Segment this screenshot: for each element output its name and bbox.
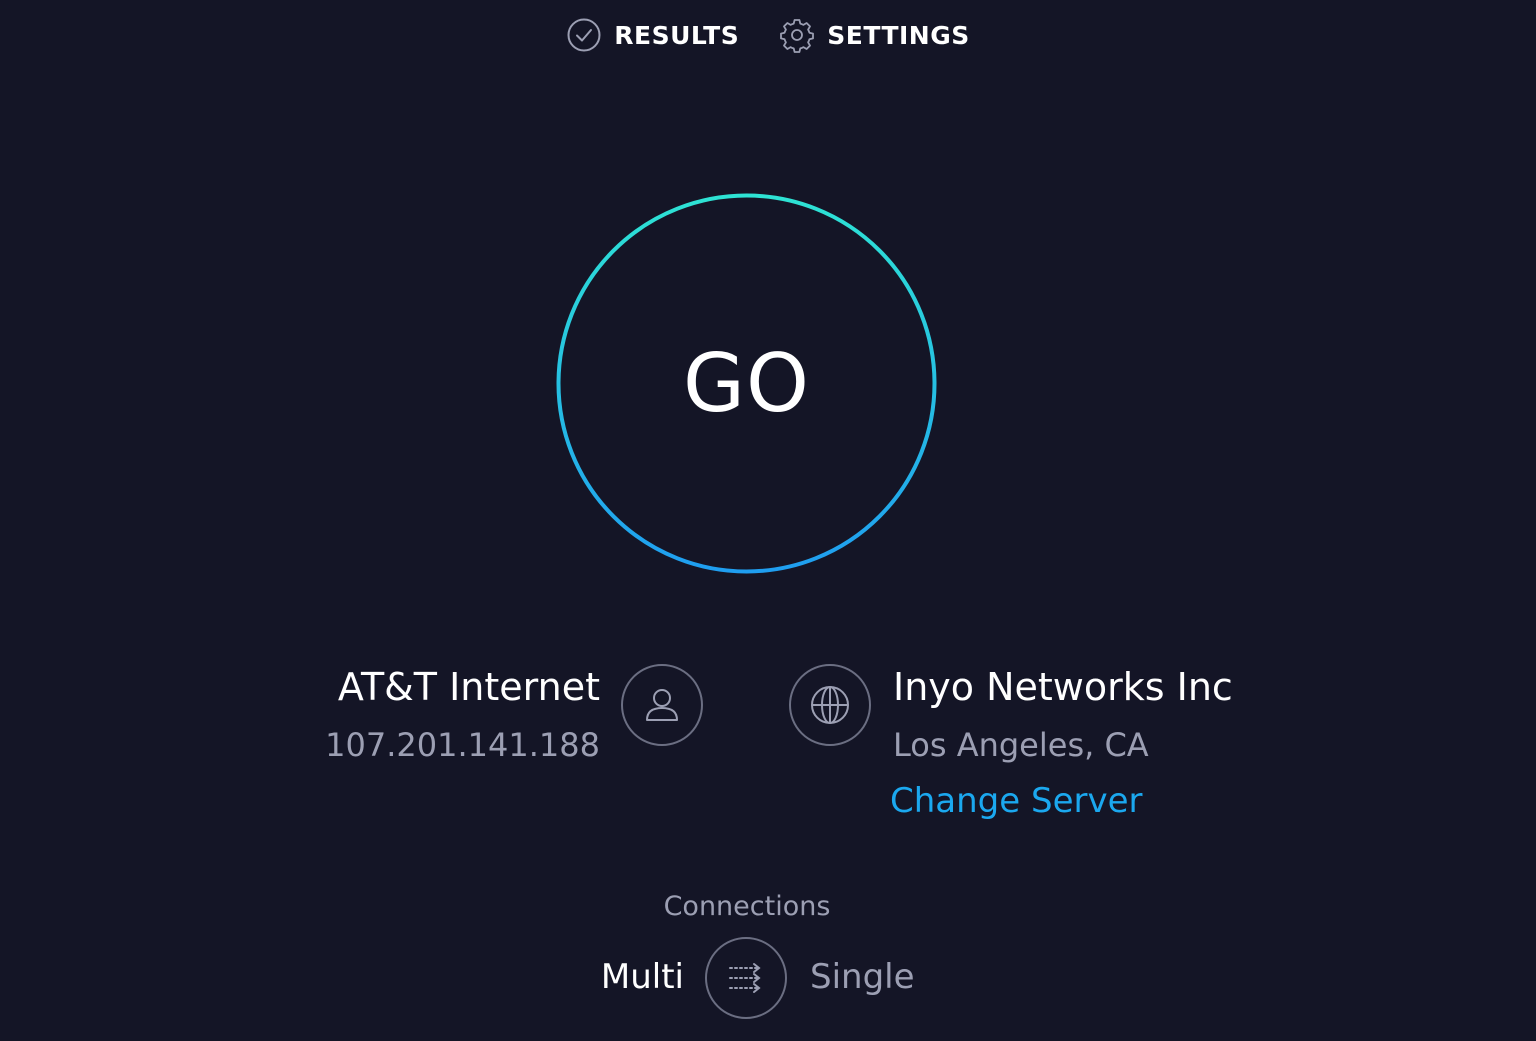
speedtest-page: RESULTS SETTINGS GO AT&T Internet 107.20… (0, 0, 1536, 1041)
results-label: RESULTS (614, 20, 740, 50)
connections-single-option[interactable]: Single (810, 957, 915, 997)
globe-icon[interactable] (789, 664, 871, 746)
isp-info: AT&T Internet 107.201.141.188 (325, 660, 600, 768)
isp-ip: 107.201.141.188 (325, 726, 600, 764)
check-circle-icon (567, 18, 601, 52)
connections-toggle: Multi Single (0, 937, 1536, 1021)
server-name: Inyo Networks Inc (893, 665, 1233, 709)
settings-label: SETTINGS (827, 20, 970, 50)
results-nav-button[interactable]: RESULTS (566, 14, 739, 56)
go-button[interactable]: GO (556, 193, 937, 574)
server-info: Inyo Networks Inc Los Angeles, CA Change… (890, 660, 1233, 824)
globe-icon-glyph (811, 686, 849, 724)
go-label: GO (683, 337, 810, 430)
user-icon-glyph (646, 689, 678, 721)
connections-multi-option[interactable]: Multi (601, 957, 684, 997)
connections-icon[interactable] (705, 937, 787, 1019)
change-server-link[interactable]: Change Server (890, 778, 1233, 824)
user-icon (621, 664, 703, 746)
settings-nav-button[interactable]: SETTINGS (779, 14, 970, 56)
server-location: Los Angeles, CA (893, 726, 1149, 764)
top-nav: RESULTS SETTINGS (0, 14, 1536, 56)
connections-icon-glyph (729, 963, 761, 993)
connections-title: Connections (663, 891, 831, 922)
isp-name: AT&T Internet (337, 665, 600, 709)
gear-icon (780, 19, 815, 53)
